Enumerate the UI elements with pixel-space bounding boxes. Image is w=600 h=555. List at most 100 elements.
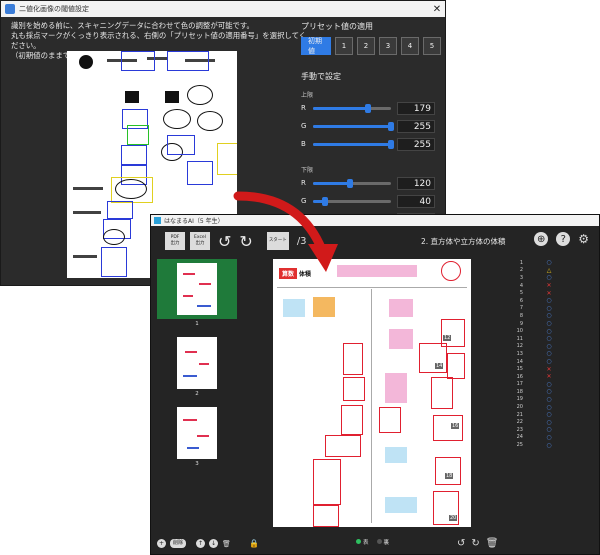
answer-box[interactable] (447, 353, 465, 379)
add-icon[interactable]: + (157, 539, 166, 548)
score-row[interactable]: 22 ○ (509, 418, 593, 426)
thumbnail-page[interactable] (177, 337, 217, 389)
question-badge: 12 (443, 335, 452, 341)
scan-cube (165, 91, 179, 103)
score-row[interactable]: 17 ○ (509, 381, 593, 389)
score-row[interactable]: 4 ✕ (509, 282, 593, 290)
upper-b-value[interactable]: 255 (397, 137, 435, 151)
front-radio[interactable]: 表 (356, 538, 369, 546)
answer-box[interactable] (435, 457, 461, 485)
lower-r-slider[interactable] (313, 178, 391, 188)
app-icon (5, 4, 15, 14)
question-number: 16 (516, 373, 523, 380)
answer-box[interactable] (343, 377, 365, 401)
back-radio[interactable]: 裏 (376, 538, 390, 546)
preset-2-button[interactable]: 2 (357, 37, 375, 55)
answer-box[interactable] (313, 459, 341, 505)
slider-handle[interactable] (364, 103, 371, 113)
slider-handle[interactable] (388, 121, 394, 131)
answer-box[interactable] (341, 405, 363, 435)
score-row[interactable]: 15 ✕ (509, 365, 593, 373)
preset-1-button[interactable]: 1 (335, 37, 353, 55)
score-row[interactable]: 21 ○ (509, 411, 593, 419)
preset-3-button[interactable]: 3 (379, 37, 397, 55)
answer-box[interactable] (325, 435, 361, 457)
score-row[interactable]: 9 ○ (509, 320, 593, 328)
slider-handle[interactable] (346, 178, 353, 188)
preset-default-button[interactable]: 初期値 (301, 37, 331, 55)
score-row[interactable]: 14 ○ (509, 358, 593, 366)
excel-export-button[interactable]: Excel 出力 (190, 232, 210, 250)
score-row[interactable]: 23 ○ (509, 426, 593, 434)
help-icon[interactable]: ? (556, 232, 571, 246)
score-row[interactable]: 8 ○ (509, 312, 593, 320)
score-mark: ○ (546, 304, 552, 312)
start-button[interactable]: スタート (266, 232, 289, 250)
rotate-right-icon[interactable]: ↻ (471, 538, 479, 549)
lower-g-slider[interactable] (313, 196, 391, 206)
score-row[interactable]: 20 ○ (509, 403, 593, 411)
side-toggle: 表 裏 (356, 538, 389, 546)
question-number: 15 (516, 366, 523, 373)
move-down-icon[interactable]: ↓ (209, 539, 219, 548)
score-row[interactable]: 25 ○ (509, 441, 593, 449)
score-row[interactable]: 3 ○ (509, 274, 593, 282)
preset-buttons: 初期値 1 2 3 4 5 (301, 37, 441, 55)
back-radio-label: 裏 (383, 540, 390, 546)
score-row[interactable]: 6 ○ (509, 297, 593, 305)
lower-r-value[interactable]: 120 (397, 176, 435, 190)
scan-cube (125, 91, 139, 103)
score-row[interactable]: 2 △ (509, 267, 593, 275)
redo-icon[interactable]: ↻ (239, 232, 252, 251)
question-number: 19 (516, 396, 523, 403)
trash-icon[interactable]: 🗑 (222, 540, 231, 548)
rotate-left-icon[interactable]: ↺ (457, 538, 465, 549)
score-row[interactable]: 24 ○ (509, 434, 593, 442)
thumbnail-page[interactable] (177, 407, 217, 459)
answer-box[interactable] (431, 377, 453, 409)
score-row[interactable]: 7 ○ (509, 305, 593, 313)
upper-g-value[interactable]: 255 (397, 119, 435, 133)
start-label: スタート (268, 238, 287, 243)
upper-r-value[interactable]: 179 (397, 101, 435, 115)
lock-icon[interactable]: 🔒 (249, 539, 259, 548)
score-row[interactable]: 10 ○ (509, 327, 593, 335)
answer-box[interactable] (313, 505, 339, 527)
gear-icon[interactable]: ⚙ (578, 232, 589, 246)
score-row[interactable]: 11 ○ (509, 335, 593, 343)
preset-4-button[interactable]: 4 (401, 37, 419, 55)
question-badge: 16 (451, 423, 460, 429)
close-icon[interactable]: ✕ (429, 4, 445, 15)
grade-mark (441, 261, 461, 281)
slider-handle[interactable] (322, 196, 329, 206)
score-mark: ○ (546, 274, 552, 282)
upper-g-slider[interactable] (313, 121, 394, 131)
thumbnail-number: 3 (195, 461, 199, 467)
pdf-export-button[interactable]: PDF 出力 (165, 232, 185, 250)
delete-button[interactable]: 削除 (170, 539, 187, 548)
upper-b-slider[interactable] (313, 139, 394, 149)
trash-icon[interactable]: 🗑 (486, 538, 499, 549)
answer-box[interactable] (343, 343, 363, 375)
move-up-icon[interactable]: ↑ (196, 539, 206, 548)
score-row[interactable]: 16 ✕ (509, 373, 593, 381)
thumbnail-selected[interactable] (157, 259, 237, 319)
upper-r-slider[interactable] (313, 103, 391, 113)
instruction-line: 丸も採点マークがくっきり表示される、右側の「プリセット値の適用番号」を選択してく… (11, 31, 307, 50)
score-row[interactable]: 13 ○ (509, 350, 593, 358)
preset-5-button[interactable]: 5 (423, 37, 441, 55)
score-row[interactable]: 12 ○ (509, 343, 593, 351)
score-mark: ○ (546, 418, 552, 426)
lower-g-value[interactable]: 40 (397, 194, 435, 208)
slider-handle[interactable] (388, 139, 394, 149)
score-row[interactable]: 1 ○ (509, 259, 593, 267)
window-title: 二値化画像の閾値設定 (19, 5, 89, 13)
score-row[interactable]: 5 ✕ (509, 289, 593, 297)
score-row[interactable]: 19 ○ (509, 396, 593, 404)
score-row[interactable]: 18 ○ (509, 388, 593, 396)
undo-icon[interactable]: ↺ (218, 232, 231, 251)
answer-box[interactable] (379, 407, 401, 433)
title-bar: はなまるAI（5 年生） (151, 215, 599, 226)
globe-icon[interactable]: ⊕ (534, 232, 549, 246)
score-mark: ○ (546, 350, 552, 358)
